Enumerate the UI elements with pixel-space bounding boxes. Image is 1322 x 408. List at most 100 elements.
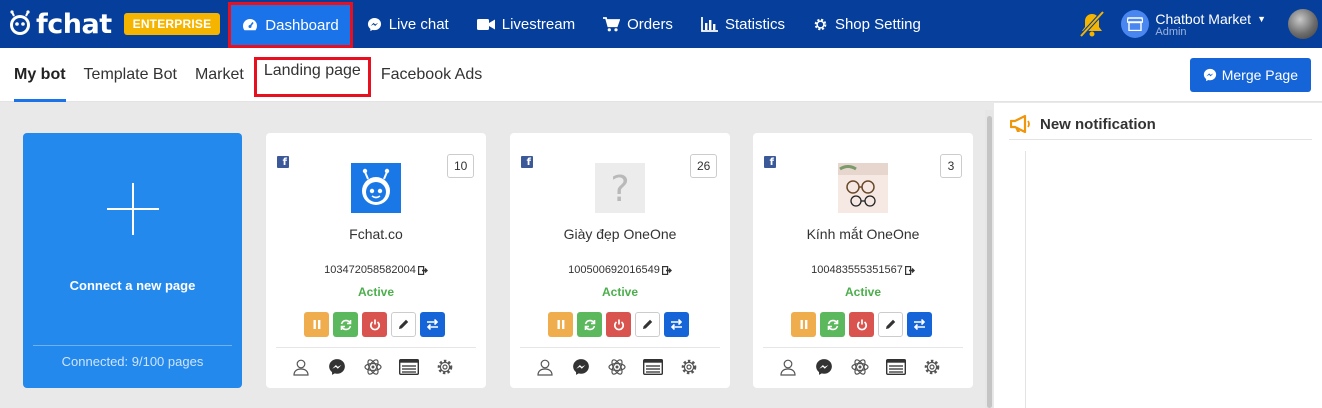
- bot-name[interactable]: Kính mắt OneOne: [753, 226, 973, 242]
- transfer-button[interactable]: [420, 312, 445, 337]
- edit-button[interactable]: [635, 312, 660, 337]
- nav-livestream[interactable]: Livestream: [463, 0, 589, 48]
- muted-bell-icon[interactable]: [1077, 9, 1107, 39]
- video-camera-icon: [476, 18, 495, 30]
- power-icon: [613, 319, 624, 330]
- nav-orders-label: Orders: [627, 15, 673, 33]
- bot-footer-icons: [534, 357, 700, 377]
- page-id-value: 100500692016549: [568, 264, 660, 276]
- tab-template-bot[interactable]: Template Bot: [75, 48, 186, 102]
- pause-button[interactable]: [548, 312, 573, 337]
- transfer-button[interactable]: [664, 312, 689, 337]
- bot-card: f 26 ? Giày đẹp OneOne 100500692016549 A…: [510, 133, 730, 388]
- atom-icon[interactable]: [362, 357, 384, 377]
- list-window-icon[interactable]: [642, 357, 664, 377]
- count-badge: 10: [447, 154, 475, 178]
- nav-live-chat[interactable]: Live chat: [353, 0, 463, 48]
- refresh-button[interactable]: [333, 312, 358, 337]
- edit-button[interactable]: [878, 312, 903, 337]
- bot-footer-icons: [777, 357, 943, 377]
- user-area: Chatbot Market ▼ Admin: [1077, 0, 1322, 48]
- bot-card: f 10 Fchat.co 103472058582004 Active: [266, 133, 486, 388]
- list-window-icon[interactable]: [885, 357, 907, 377]
- connect-page-card[interactable]: Connect a new page Connected: 9/100 page…: [23, 133, 242, 388]
- store-icon: [1127, 17, 1144, 31]
- refresh-button[interactable]: [820, 312, 845, 337]
- bot-name[interactable]: Giày đẹp OneOne: [510, 226, 730, 242]
- nav-statistics[interactable]: Statistics: [687, 0, 799, 48]
- tab-landing-page[interactable]: Landing page: [253, 57, 371, 97]
- logo-text: fchat: [36, 8, 112, 40]
- cart-icon: [603, 16, 621, 31]
- shop-avatar[interactable]: [1121, 10, 1150, 38]
- divider: [33, 345, 232, 346]
- main-nav: Dashboard Live chat Livestream Orders St…: [228, 0, 935, 48]
- gear-icon: [814, 18, 827, 30]
- external-link-icon[interactable]: [904, 265, 915, 275]
- facebook-icon: f: [277, 156, 289, 168]
- user-icon[interactable]: [290, 357, 312, 377]
- page-id: 100500692016549: [510, 264, 730, 276]
- page-id-value: 100483555351567: [811, 264, 903, 276]
- notification-panel: New notification: [994, 103, 1322, 408]
- external-link-icon[interactable]: [661, 265, 672, 275]
- transfer-button[interactable]: [907, 312, 932, 337]
- bot-tabs: My bot Template Bot Market Landing page …: [0, 48, 1322, 102]
- messenger-icon[interactable]: [570, 357, 592, 377]
- divider: [520, 347, 720, 348]
- profile-avatar[interactable]: [1288, 9, 1318, 39]
- caret-down-icon: ▼: [1257, 13, 1266, 24]
- power-icon: [856, 319, 867, 330]
- power-icon: [369, 319, 380, 330]
- list-window-icon[interactable]: [398, 357, 420, 377]
- gauge-icon: [243, 19, 258, 31]
- atom-icon[interactable]: [849, 357, 871, 377]
- gear-icon[interactable]: [434, 357, 456, 377]
- pause-button[interactable]: [791, 312, 816, 337]
- sub-navbar: My bot Template Bot Market Landing page …: [0, 48, 1322, 102]
- bot-name[interactable]: Fchat.co: [266, 226, 486, 242]
- user-menu[interactable]: Chatbot Market ▼ Admin: [1155, 11, 1266, 38]
- connected-count: Connected: 9/100 pages: [61, 354, 204, 369]
- refresh-button[interactable]: [577, 312, 602, 337]
- bot-status: Active: [844, 285, 882, 299]
- nav-shop-setting[interactable]: Shop Setting: [799, 0, 935, 48]
- robot-logo-icon: [10, 10, 30, 35]
- bot-status: Active: [601, 285, 639, 299]
- divider: [1009, 139, 1312, 140]
- edit-button[interactable]: [391, 312, 416, 337]
- refresh-icon: [584, 319, 595, 330]
- nav-dashboard[interactable]: Dashboard: [228, 2, 353, 48]
- scrollbar-thumb[interactable]: [987, 116, 992, 408]
- user-icon[interactable]: [534, 357, 556, 377]
- tab-market[interactable]: Market: [186, 48, 253, 102]
- pencil-icon: [399, 319, 409, 329]
- gear-icon[interactable]: [921, 357, 943, 377]
- messenger-icon: [367, 17, 381, 31]
- page-id: 100483555351567: [753, 264, 973, 276]
- fchat-logo[interactable]: fchat: [6, 9, 112, 40]
- messenger-icon[interactable]: [326, 357, 348, 377]
- user-name: Chatbot Market: [1155, 10, 1252, 27]
- merge-page-label: Merge Page: [1221, 67, 1298, 83]
- user-icon[interactable]: [777, 357, 799, 377]
- bot-actions: [791, 312, 932, 337]
- messenger-icon[interactable]: [813, 357, 835, 377]
- power-button[interactable]: [849, 312, 874, 337]
- atom-icon[interactable]: [606, 357, 628, 377]
- bar-chart-icon: [701, 16, 718, 32]
- plus-icon: [107, 183, 159, 235]
- merge-page-button[interactable]: Merge Page: [1189, 58, 1311, 92]
- pause-button[interactable]: [304, 312, 329, 337]
- notification-header: New notification: [1010, 115, 1156, 133]
- nav-livestream-label: Livestream: [501, 15, 576, 33]
- external-link-icon[interactable]: [417, 265, 428, 275]
- exchange-icon: [913, 319, 926, 330]
- tab-facebook-ads[interactable]: Facebook Ads: [372, 48, 491, 102]
- power-button[interactable]: [362, 312, 387, 337]
- gear-icon[interactable]: [678, 357, 700, 377]
- nav-orders[interactable]: Orders: [589, 0, 687, 48]
- tab-my-bot[interactable]: My bot: [5, 48, 75, 102]
- power-button[interactable]: [606, 312, 631, 337]
- bot-actions: [304, 312, 445, 337]
